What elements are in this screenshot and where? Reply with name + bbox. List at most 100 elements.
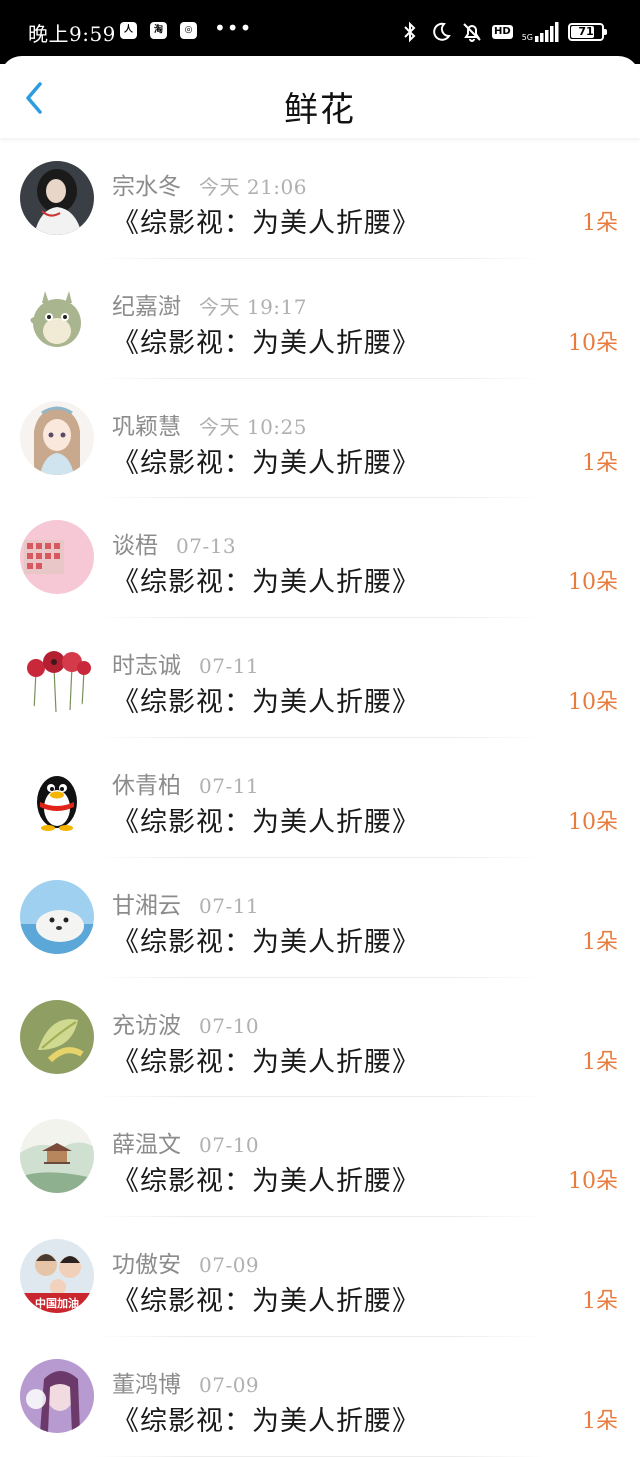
sender-name: 纪嘉澍 今天 19:17	[112, 287, 307, 321]
book-title[interactable]: 《综影视：为美人折腰》	[112, 201, 420, 240]
cellular-signal-icon: 5G	[522, 22, 559, 42]
sender-name: 充访波 07-10	[112, 1006, 259, 1040]
avatar-pavilion-painting-image	[20, 1119, 94, 1194]
avatar-pavilion-painting[interactable]	[20, 1119, 94, 1194]
avatar-pink-photo-image	[20, 520, 94, 595]
list-item[interactable]: 董鸿博 07-09 《综影视：为美人折腰》 1朵	[0, 1337, 640, 1457]
sender-name-text: 宗水冬	[112, 174, 181, 200]
gift-time: 07-11	[199, 654, 260, 679]
network-type-label: 5G	[521, 33, 533, 42]
avatar-red-flowers-image	[20, 640, 94, 715]
gift-time: 07-10	[199, 1013, 260, 1038]
book-title[interactable]: 《综影视：为美人折腰》	[112, 560, 420, 599]
avatar-totoro[interactable]	[20, 280, 94, 355]
flower-count: 1朵	[582, 450, 618, 476]
avatar-penguin-image	[20, 759, 94, 834]
flower-count: 1朵	[582, 1289, 618, 1315]
avatar-family-photo[interactable]: 中国加油	[20, 1239, 94, 1314]
flower-gift-list[interactable]: 宗水冬 今天 21:06 《综影视：为美人折腰》 1朵 纪嘉澍 今天 19:17 《综影视：…	[0, 139, 640, 1457]
gift-time: 07-10	[199, 1133, 260, 1158]
book-title[interactable]: 《综影视：为美人折腰》	[112, 441, 420, 480]
gift-time: 今天 21:06	[199, 175, 307, 199]
sender-name-text: 董鸿博	[112, 1371, 181, 1398]
avatar-green-leaf-image	[20, 999, 94, 1074]
flower-count: 10朵	[568, 570, 618, 596]
sender-name: 薛温文 07-10	[112, 1125, 259, 1159]
list-item[interactable]: 甘湘云 07-11 《综影视：为美人折腰》 1朵	[0, 858, 640, 978]
more-notifications-icon: •••	[214, 16, 253, 40]
avatar-seal[interactable]	[20, 879, 94, 954]
sender-name: 休青柏 07-11	[112, 766, 259, 800]
status-time: 晚上9:59	[28, 22, 116, 46]
gift-time: 今天 19:17	[199, 294, 307, 319]
sender-name: 甘湘云 07-11	[112, 886, 259, 920]
list-item[interactable]: 纪嘉澍 今天 19:17 《综影视：为美人折腰》 10朵	[0, 259, 640, 379]
taobao-notification-icon: 淘	[150, 22, 167, 39]
gift-time: 07-11	[199, 773, 260, 798]
gift-time: 07-09	[199, 1372, 260, 1397]
page-header: 鲜花	[0, 56, 640, 138]
avatar-dark-hair-woman-image	[20, 161, 94, 235]
avatar-seal-image	[20, 879, 94, 954]
book-title[interactable]: 《综影视：为美人折腰》	[112, 321, 420, 360]
sender-name-text: 巩颖慧	[112, 413, 181, 440]
list-item[interactable]: 充访波 07-10 《综影视：为美人折腰》 1朵	[0, 978, 640, 1098]
sender-name-text: 薛温文	[112, 1132, 181, 1159]
sender-name-text: 休青柏	[112, 772, 181, 799]
avatar-red-flowers[interactable]	[20, 640, 94, 715]
avatar-green-leaf[interactable]	[20, 999, 94, 1074]
avatar-anime-girl-image	[20, 400, 94, 475]
list-item[interactable]: 时志诚 07-11 《综影视：为美人折腰》 10朵	[0, 618, 640, 738]
avatar-totoro-image	[20, 280, 94, 355]
flower-count: 1朵	[582, 1049, 618, 1075]
list-item[interactable]: 薛温文 07-10 《综影视：为美人折腰》 10朵	[0, 1097, 640, 1217]
gift-time: 今天 10:25	[199, 414, 307, 439]
flower-count: 10朵	[568, 690, 618, 716]
book-title[interactable]: 《综影视：为美人折腰》	[112, 1040, 420, 1079]
book-title[interactable]: 《综影视：为美人折腰》	[112, 1159, 420, 1198]
list-item[interactable]: 中国加油 功傲安 07-09 《综影视：为美人折腰》 1朵	[0, 1217, 640, 1337]
sender-name-text: 功傲安	[112, 1252, 181, 1279]
battery-level: 71	[578, 25, 594, 38]
app-notification-icon-2: ◎	[180, 22, 197, 39]
avatar-anime-girl[interactable]	[20, 400, 94, 475]
book-title[interactable]: 《综影视：为美人折腰》	[112, 800, 420, 839]
status-bar: 晚上9:59 人 淘 ◎ ••• HD 5G 71	[0, 0, 640, 64]
gift-time: 07-11	[199, 893, 260, 918]
book-title[interactable]: 《综影视：为美人折腰》	[112, 920, 420, 959]
book-title[interactable]: 《综影视：为美人折腰》	[112, 1279, 420, 1318]
avatar-pink-photo[interactable]	[20, 520, 94, 595]
sender-name: 董鸿博 07-09	[112, 1365, 259, 1399]
list-item[interactable]: 休青柏 07-11 《综影视：为美人折腰》 10朵	[0, 738, 640, 858]
bell-muted-icon	[463, 23, 481, 42]
sender-name-text: 时志诚	[112, 653, 181, 680]
book-title[interactable]: 《综影视：为美人折腰》	[112, 680, 420, 719]
signal-bars-icon	[535, 22, 559, 42]
app-notification-icon: 人	[120, 22, 137, 39]
sender-name-text: 纪嘉澍	[112, 293, 181, 320]
flower-count: 10朵	[568, 330, 618, 356]
flower-count: 1朵	[582, 211, 618, 236]
page-title: 鲜花	[284, 90, 356, 130]
sender-name: 巩颖慧 今天 10:25	[112, 407, 307, 441]
avatar-dark-hair-woman[interactable]	[20, 161, 94, 235]
sender-name: 宗水冬 今天 21:06	[112, 167, 307, 201]
hd-voice-icon: HD	[492, 25, 513, 39]
list-item[interactable]: 巩颖慧 今天 10:25 《综影视：为美人折腰》 1朵	[0, 379, 640, 499]
list-item[interactable]: 谈梧 07-13 《综影视：为美人折腰》 10朵	[0, 498, 640, 618]
sender-name: 功傲安 07-09	[112, 1245, 259, 1279]
svg-text:中国加油: 中国加油	[35, 1296, 79, 1310]
book-title[interactable]: 《综影视：为美人折腰》	[112, 1399, 420, 1438]
flower-count: 10朵	[568, 1169, 618, 1195]
sender-name-text: 谈梧	[112, 533, 158, 560]
sender-name: 时志诚 07-11	[112, 646, 259, 680]
sender-name: 谈梧 07-13	[112, 526, 236, 560]
avatar-penguin[interactable]	[20, 759, 94, 834]
sender-name-text: 充访波	[112, 1012, 181, 1039]
bluetooth-icon	[404, 21, 416, 43]
list-item[interactable]: 宗水冬 今天 21:06 《综影视：为美人折腰》 1朵	[0, 139, 640, 259]
gift-time: 07-09	[199, 1253, 260, 1278]
battery-icon: 71	[568, 23, 607, 41]
avatar-family-photo-image: 中国加油	[20, 1239, 94, 1314]
sender-name-text: 甘湘云	[112, 892, 181, 919]
